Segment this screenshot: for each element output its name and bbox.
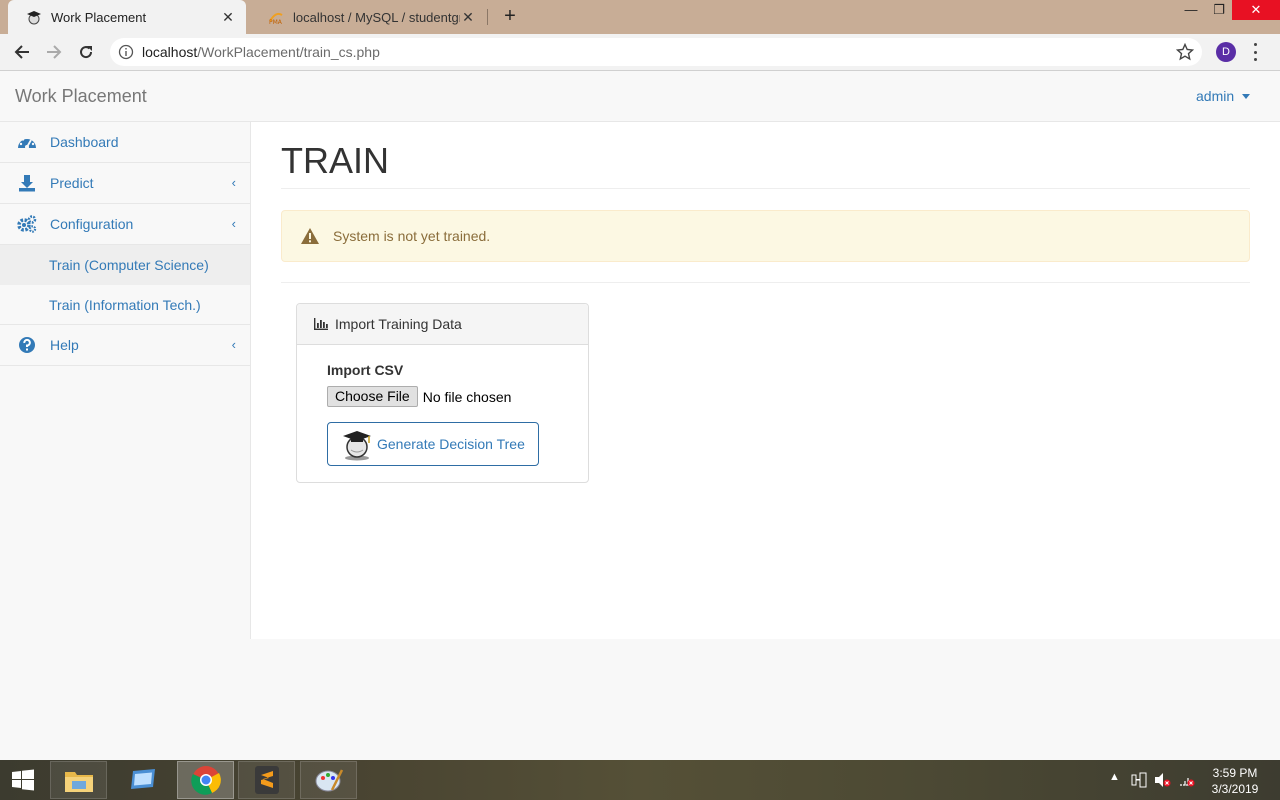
paint-icon[interactable] (300, 761, 357, 799)
star-icon[interactable] (1175, 42, 1195, 61)
clock-date: 3/3/2019 (1211, 782, 1259, 796)
main-content: TRAIN System is not yet trained. Import … (251, 122, 1280, 639)
tab-title: localhost / MySQL / studentgrad (293, 9, 460, 25)
new-tab-plus-icon[interactable]: + (499, 5, 521, 27)
system-clock[interactable]: 3:59 PM 3/3/2019 (1210, 765, 1260, 797)
window-close-icon[interactable]: ✕ (1232, 0, 1280, 20)
sidebar-item-label: Configuration (50, 216, 134, 232)
network-icon[interactable] (1131, 772, 1147, 791)
dashboard-icon (17, 132, 37, 152)
warning-triangle-icon (300, 227, 320, 245)
user-name: admin (1196, 88, 1235, 104)
choose-file-button[interactable]: Choose File (327, 386, 418, 407)
tab-separator (487, 9, 488, 25)
user-menu[interactable]: admin (1196, 88, 1251, 104)
reload-icon[interactable] (74, 40, 98, 64)
tab-work-placement[interactable]: Work Placement ✕ (8, 0, 246, 34)
window-minimize-icon[interactable]: — (1176, 0, 1206, 20)
bar-chart-icon (313, 317, 329, 331)
wifi-disconnected-icon[interactable] (1178, 772, 1196, 791)
sidebar-item-configuration[interactable]: Configuration ‹ (0, 204, 250, 245)
download-icon (17, 173, 37, 193)
generate-decision-tree-button[interactable]: Generate Decision Tree (327, 422, 539, 466)
chevron-left-icon: ‹ (231, 216, 236, 231)
tab-close-icon[interactable]: ✕ (220, 9, 236, 26)
sidebar-item-label: Predict (50, 175, 94, 191)
file-explorer-icon[interactable] (50, 761, 107, 799)
sidebar-item-help[interactable]: Help ‹ (0, 325, 250, 366)
tab-phpmyadmin[interactable]: PMA localhost / MySQL / studentgrad ✕ (250, 0, 486, 34)
url-path: /WorkPlacement/train_cs.php (197, 44, 380, 60)
page-title: TRAIN (281, 140, 389, 181)
windows-taskbar: ▲ 3:59 PM 3/3/2019 (0, 760, 1280, 800)
tray-expand-icon[interactable]: ▲ (1109, 771, 1120, 783)
sidebar-item-predict[interactable]: Predict ‹ (0, 163, 250, 204)
top-navbar: Work Placement admin (0, 71, 1280, 122)
tab-title: Work Placement (51, 9, 147, 25)
import-csv-label: Import CSV (327, 362, 404, 378)
info-icon[interactable] (118, 44, 134, 60)
window-restore-icon[interactable]: ❐ (1204, 0, 1234, 20)
chrome-icon[interactable] (177, 761, 234, 799)
graduate-globe-icon (339, 426, 375, 462)
address-bar[interactable]: localhost/WorkPlacement/train_cs.php (110, 38, 1202, 66)
alert-text: System is not yet trained. (333, 228, 491, 244)
panel-title: Import Training Data (335, 316, 462, 332)
sublime-icon[interactable] (238, 761, 295, 799)
web-page: Work Placement admin Dashboard Predict ‹… (0, 71, 1280, 760)
chevron-left-icon: ‹ (231, 175, 236, 190)
menu-dots-icon[interactable] (1252, 43, 1258, 61)
brand-title[interactable]: Work Placement (15, 86, 147, 107)
sidebar-item-dashboard[interactable]: Dashboard (0, 122, 250, 163)
phpmyadmin-favicon-icon: PMA (268, 9, 284, 25)
back-arrow-icon[interactable] (10, 40, 34, 64)
url-host: localhost (142, 44, 198, 60)
svg-text:PMA: PMA (269, 19, 283, 25)
chevron-left-icon: ‹ (231, 337, 236, 352)
import-panel: Import Training Data Import CSV Choose F… (296, 303, 589, 483)
browser-tabbar: Work Placement ✕ PMA localhost / MySQL /… (0, 0, 1280, 34)
file-status-text: No file chosen (422, 388, 512, 405)
desktop-icon[interactable] (114, 761, 171, 799)
generate-button-label: Generate Decision Tree (377, 436, 525, 452)
sidebar: Dashboard Predict ‹ Configuration ‹ Trai… (0, 122, 251, 639)
sidebar-item-label: Dashboard (50, 134, 119, 150)
divider (281, 282, 1250, 283)
clock-time: 3:59 PM (1212, 766, 1258, 780)
warning-alert: System is not yet trained. (281, 210, 1250, 262)
question-icon (17, 335, 37, 355)
volume-muted-icon[interactable] (1154, 772, 1172, 791)
caret-down-icon (1242, 93, 1251, 99)
browser-toolbar: localhost/WorkPlacement/train_cs.php D (0, 34, 1280, 71)
page-header: TRAIN (281, 139, 1250, 189)
sidebar-item-label: Help (50, 337, 79, 353)
graduation-cap-favicon-icon (26, 9, 42, 25)
file-input[interactable]: Choose File No file chosen (327, 386, 511, 407)
profile-avatar[interactable]: D (1216, 42, 1236, 62)
panel-heading: Import Training Data (297, 304, 588, 345)
forward-arrow-icon[interactable] (42, 40, 66, 64)
gears-icon (17, 214, 37, 234)
windows-start-icon[interactable] (8, 768, 38, 792)
tab-close-icon[interactable]: ✕ (460, 9, 476, 26)
sidebar-subitem-train-it[interactable]: Train (Information Tech.) (0, 285, 250, 325)
sidebar-subitem-train-cs[interactable]: Train (Computer Science) (0, 245, 250, 285)
